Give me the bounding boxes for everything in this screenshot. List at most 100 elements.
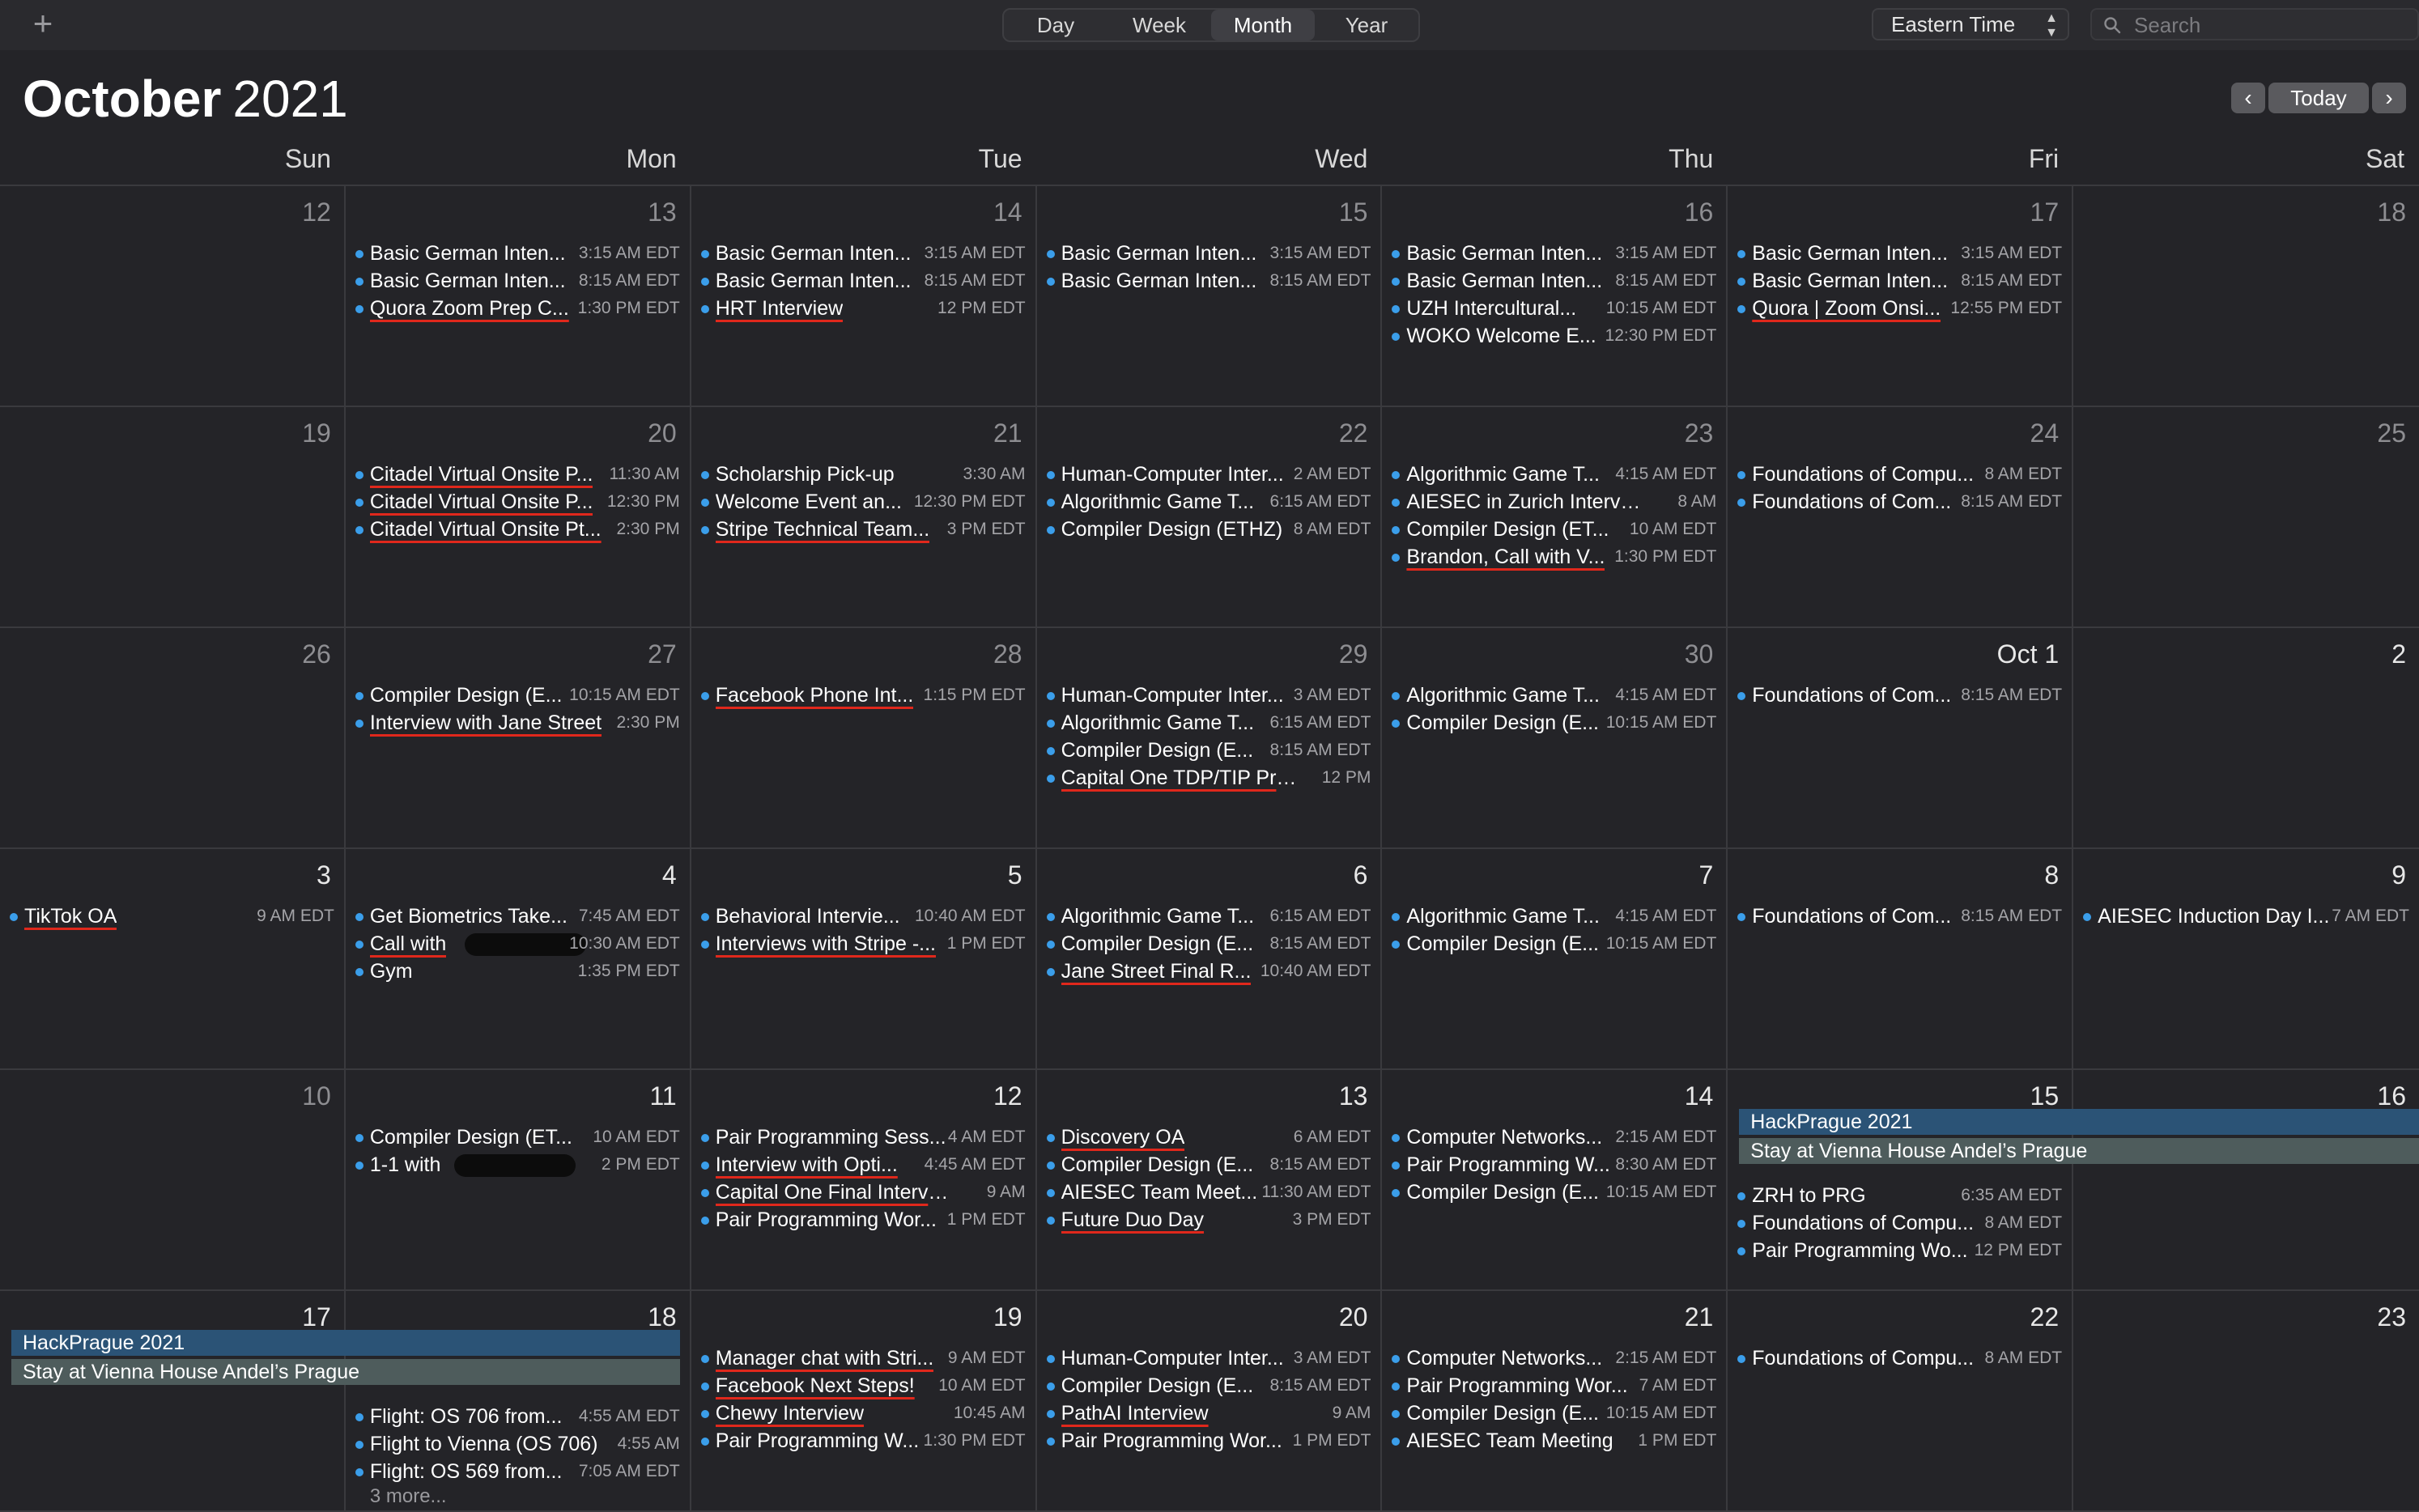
- calendar-event[interactable]: Basic German Inten... 3:15 AM EDT: [1728, 240, 2072, 267]
- chevron-right-icon[interactable]: ›: [2372, 83, 2406, 113]
- calendar-event[interactable]: Pair Programming W... 1:30 PM EDT: [691, 1427, 1035, 1455]
- calendar-event[interactable]: Algorithmic Game T... 4:15 AM EDT: [1382, 682, 1726, 709]
- calendar-event[interactable]: AIESEC Team Meet... 11:30 AM EDT: [1037, 1179, 1381, 1206]
- calendar-event[interactable]: Basic German Inten... 8:15 AM EDT: [1037, 267, 1381, 295]
- day-cell[interactable]: 12 Pair Programming Sess... 4 AM EDT Interv…: [691, 1070, 1037, 1291]
- all-day-event[interactable]: HackPrague 2021: [11, 1330, 680, 1356]
- search-field[interactable]: [2090, 8, 2419, 40]
- timezone-select[interactable]: Eastern Time ▲ ▼: [1872, 8, 2069, 40]
- day-cell[interactable]: 15 Basic German Inten... 3:15 AM EDT Basic …: [1036, 186, 1383, 407]
- calendar-event[interactable]: Facebook Phone Int... 1:15 PM EDT: [691, 682, 1035, 709]
- calendar-event[interactable]: Interview with Jane Street 2:30 PM: [346, 709, 690, 737]
- calendar-event[interactable]: Compiler Design (E... 10:15 AM EDT: [1382, 930, 1726, 958]
- calendar-event[interactable]: Stripe Technical Team... 3 PM EDT: [691, 516, 1035, 543]
- day-cell[interactable]: 22 Human-Computer Inter... 2 AM EDT Algorit…: [1036, 407, 1383, 628]
- all-day-event[interactable]: Stay at Vienna House Andel’s Prague: [1739, 1138, 2419, 1164]
- day-cell[interactable]: 27 Compiler Design (E... 10:15 AM EDT Inter…: [345, 628, 691, 849]
- calendar-event[interactable]: Algorithmic Game T... 6:15 AM EDT: [1037, 903, 1381, 930]
- day-cell[interactable]: 21 Scholarship Pick-up 3:30 AM Welcome Even…: [691, 407, 1037, 628]
- day-cell[interactable]: 17 Basic German Inten... 3:15 AM EDT Basic …: [1728, 186, 2074, 407]
- calendar-event[interactable]: AIESEC in Zurich Interview... 8 AM: [1382, 488, 1726, 516]
- calendar-event[interactable]: Citadel Virtual Onsite Pt... 2:30 PM: [346, 516, 690, 543]
- calendar-event[interactable]: 1-1 with 2 PM EDT: [346, 1151, 690, 1179]
- calendar-event[interactable]: Compiler Design (E... 10:15 AM EDT: [1382, 1179, 1726, 1206]
- calendar-event[interactable]: Basic German Inten... 3:15 AM EDT: [1037, 240, 1381, 267]
- calendar-event[interactable]: Capital One Final Interview 9 AM: [691, 1179, 1035, 1206]
- calendar-event[interactable]: Compiler Design (E... 10:15 AM EDT: [346, 682, 690, 709]
- calendar-event[interactable]: PathAI Interview 9 AM: [1037, 1399, 1381, 1427]
- calendar-event[interactable]: Chewy Interview 10:45 AM: [691, 1399, 1035, 1427]
- calendar-event[interactable]: Algorithmic Game T... 4:15 AM EDT: [1382, 903, 1726, 930]
- day-cell[interactable]: 7 Algorithmic Game T... 4:15 AM EDT Compile…: [1382, 849, 1728, 1070]
- all-day-event[interactable]: Stay at Vienna House Andel’s Prague: [11, 1359, 680, 1385]
- calendar-event[interactable]: Scholarship Pick-up 3:30 AM: [691, 461, 1035, 488]
- calendar-event[interactable]: Behavioral Intervie... 10:40 AM EDT: [691, 903, 1035, 930]
- calendar-event[interactable]: Algorithmic Game T... 6:15 AM EDT: [1037, 488, 1381, 516]
- day-cell[interactable]: 23: [2073, 1291, 2419, 1512]
- day-cell[interactable]: 12: [0, 186, 346, 407]
- calendar-event[interactable]: Foundations of Compu... 8 AM EDT: [1728, 461, 2072, 488]
- day-cell[interactable]: 6 Algorithmic Game T... 6:15 AM EDT Compile…: [1036, 849, 1383, 1070]
- calendar-event[interactable]: Discovery OA 6 AM EDT: [1037, 1123, 1381, 1151]
- day-cell[interactable]: 21 Computer Networks... 2:15 AM EDT Pair Pr…: [1382, 1291, 1728, 1512]
- calendar-event[interactable]: Citadel Virtual Onsite P... 12:30 PM: [346, 488, 690, 516]
- calendar-event[interactable]: Brandon, Call with V... 1:30 PM EDT: [1382, 543, 1726, 571]
- calendar-event[interactable]: Pair Programming Wo... 12 PM EDT: [1728, 1237, 2072, 1264]
- day-cell[interactable]: 16 Basic German Inten... 3:15 AM EDT Basic …: [1382, 186, 1728, 407]
- day-cell[interactable]: 13 Basic German Inten... 3:15 AM EDT Basic …: [345, 186, 691, 407]
- view-day-button[interactable]: Day: [1004, 10, 1107, 40]
- calendar-event[interactable]: Gym 1:35 PM EDT: [346, 958, 690, 985]
- day-cell[interactable]: 18 Flight: OS 706 from... 4:55 AM EDT Fligh…: [345, 1291, 691, 1512]
- day-cell[interactable]: 29 Human-Computer Inter... 3 AM EDT Algorit…: [1036, 628, 1383, 849]
- calendar-event[interactable]: Compiler Design (ET... 10 AM EDT: [1382, 516, 1726, 543]
- calendar-event[interactable]: WOKO Welcome E... 12:30 PM EDT: [1382, 322, 1726, 350]
- calendar-event[interactable]: Welcome Event an... 12:30 PM EDT: [691, 488, 1035, 516]
- day-cell[interactable]: 3 TikTok OA 9 AM EDT: [0, 849, 346, 1070]
- calendar-event[interactable]: HRT Interview 12 PM EDT: [691, 295, 1035, 322]
- calendar-event[interactable]: Foundations of Com... 8:15 AM EDT: [1728, 682, 2072, 709]
- calendar-event[interactable]: Computer Networks... 2:15 AM EDT: [1382, 1123, 1726, 1151]
- day-cell[interactable]: 19: [0, 407, 346, 628]
- calendar-event[interactable]: AIESEC Induction Day I... 7 AM EDT: [2073, 903, 2419, 930]
- calendar-event[interactable]: Basic German Inten... 8:15 AM EDT: [691, 267, 1035, 295]
- calendar-event[interactable]: UZH Intercultural... 10:15 AM EDT: [1382, 295, 1726, 322]
- day-cell[interactable]: 26: [0, 628, 346, 849]
- calendar-event[interactable]: Get Biometrics Take... 7:45 AM EDT: [346, 903, 690, 930]
- day-cell[interactable]: 22 Foundations of Compu... 8 AM EDT: [1728, 1291, 2074, 1512]
- calendar-event[interactable]: Compiler Design (ETHZ) 8 AM EDT: [1037, 516, 1381, 543]
- calendar-event[interactable]: Pair Programming Wor... 1 PM EDT: [1037, 1427, 1381, 1455]
- calendar-event[interactable]: Jane Street Final R... 10:40 AM EDT: [1037, 958, 1381, 985]
- calendar-event[interactable]: Call with 10:30 AM EDT: [346, 930, 690, 958]
- calendar-event[interactable]: Basic German Inten... 3:15 AM EDT: [691, 240, 1035, 267]
- calendar-event[interactable]: Interview with Opti... 4:45 AM EDT: [691, 1151, 1035, 1179]
- add-event-button[interactable]: +: [24, 5, 62, 42]
- calendar-event[interactable]: Algorithmic Game T... 4:15 AM EDT: [1382, 461, 1726, 488]
- day-cell[interactable]: 18: [2073, 186, 2419, 407]
- calendar-event[interactable]: Quora | Zoom Onsi... 12:55 PM EDT: [1728, 295, 2072, 322]
- calendar-event[interactable]: Pair Programming Wor... 7 AM EDT: [1382, 1372, 1726, 1399]
- calendar-event[interactable]: TikTok OA 9 AM EDT: [0, 903, 344, 930]
- calendar-event[interactable]: Computer Networks... 2:15 AM EDT: [1382, 1344, 1726, 1372]
- day-cell[interactable]: 15 ZRH to PRG 6:35 AM EDT Foundations of Co…: [1728, 1070, 2074, 1291]
- calendar-event[interactable]: Foundations of Com... 8:15 AM EDT: [1728, 488, 2072, 516]
- calendar-event[interactable]: ZRH to PRG 6:35 AM EDT: [1728, 1182, 2072, 1209]
- calendar-event[interactable]: Flight: OS 706 from... 4:55 AM EDT: [346, 1403, 690, 1430]
- day-cell[interactable]: 10: [0, 1070, 346, 1291]
- day-cell[interactable]: Oct 1 Foundations of Com... 8:15 AM EDT: [1728, 628, 2074, 849]
- calendar-event[interactable]: Human-Computer Inter... 2 AM EDT: [1037, 461, 1381, 488]
- calendar-event[interactable]: Future Duo Day 3 PM EDT: [1037, 1206, 1381, 1234]
- calendar-event[interactable]: Basic German Inten... 3:15 AM EDT: [346, 240, 690, 267]
- calendar-event[interactable]: Compiler Design (E... 8:15 AM EDT: [1037, 1151, 1381, 1179]
- day-cell[interactable]: 25: [2073, 407, 2419, 628]
- calendar-event[interactable]: Compiler Design (E... 10:15 AM EDT: [1382, 1399, 1726, 1427]
- day-cell[interactable]: 24 Foundations of Compu... 8 AM EDT Foundat…: [1728, 407, 2074, 628]
- day-cell[interactable]: 11 Compiler Design (ET... 10 AM EDT 1-1 wit…: [345, 1070, 691, 1291]
- day-cell[interactable]: 4 Get Biometrics Take... 7:45 AM EDT Call w…: [345, 849, 691, 1070]
- day-cell[interactable]: 9 AIESEC Induction Day I... 7 AM EDT: [2073, 849, 2419, 1070]
- calendar-event[interactable]: Basic German Inten... 8:15 AM EDT: [1728, 267, 2072, 295]
- calendar-event[interactable]: Basic German Inten... 3:15 AM EDT: [1382, 240, 1726, 267]
- calendar-event[interactable]: Facebook Next Steps! 10 AM EDT: [691, 1372, 1035, 1399]
- chevron-left-icon[interactable]: ‹: [2231, 83, 2265, 113]
- calendar-event[interactable]: Foundations of Compu... 8 AM EDT: [1728, 1344, 2072, 1372]
- calendar-event[interactable]: Compiler Design (E... 8:15 AM EDT: [1037, 737, 1381, 764]
